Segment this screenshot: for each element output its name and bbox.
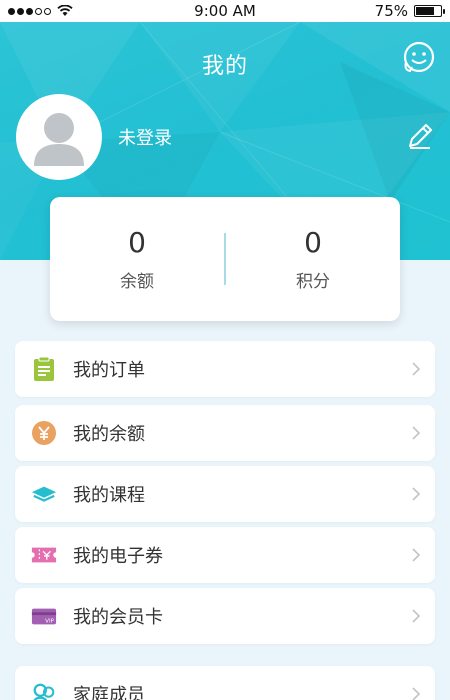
svg-text:VIP: VIP xyxy=(45,619,54,625)
points-stat[interactable]: 0 积分 xyxy=(226,226,400,292)
menu-item-balance[interactable]: 我的余额 xyxy=(15,405,435,461)
status-bar: 9:00 AM 75% xyxy=(0,0,450,22)
menu-item-vip-card[interactable]: VIP 我的会员卡 xyxy=(15,588,435,644)
course-book-icon xyxy=(31,481,57,507)
menu-item-label: 我的订单 xyxy=(73,360,145,381)
menu-item-courses[interactable]: 我的课程 xyxy=(15,466,435,522)
points-value: 0 xyxy=(304,226,322,259)
menu-item-label: 我的余额 xyxy=(73,424,145,445)
vip-card-icon: VIP xyxy=(31,603,57,629)
wifi-icon xyxy=(57,5,73,16)
menu-item-family[interactable]: 家庭成员 xyxy=(15,666,435,700)
menu-item-coupons[interactable]: 我的电子券 xyxy=(15,527,435,583)
chevron-right-icon xyxy=(412,687,421,700)
points-label: 积分 xyxy=(296,272,330,292)
menu-item-label: 我的课程 xyxy=(73,485,145,506)
chevron-right-icon xyxy=(412,548,421,562)
chevron-right-icon xyxy=(412,609,421,623)
family-members-icon xyxy=(31,681,57,700)
ticket-icon xyxy=(31,542,57,568)
chevron-right-icon xyxy=(412,487,421,501)
avatar[interactable] xyxy=(16,94,102,180)
battery-icon xyxy=(414,5,445,17)
balance-value: 0 xyxy=(128,226,146,259)
order-clipboard-icon xyxy=(31,356,57,382)
cell-signal-icon xyxy=(8,7,51,15)
default-user-icon xyxy=(34,113,84,166)
signal-area xyxy=(8,5,73,17)
balance-stat[interactable]: 0 余额 xyxy=(50,226,224,292)
menu-item-label: 家庭成员 xyxy=(73,685,145,700)
menu-item-label: 我的电子券 xyxy=(73,546,163,567)
menu-item-label: 我的会员卡 xyxy=(73,607,163,628)
yuan-coin-icon xyxy=(31,420,57,446)
username-label[interactable]: 未登录 xyxy=(118,124,172,150)
menu-item-orders[interactable]: 我的订单 xyxy=(15,341,435,397)
edit-profile-icon[interactable] xyxy=(404,120,436,152)
balance-label: 余额 xyxy=(120,272,154,292)
chevron-right-icon xyxy=(412,426,421,440)
balance-card: 0 余额 0 积分 xyxy=(50,197,400,321)
page-title: 我的 xyxy=(201,54,248,79)
customer-service-icon[interactable] xyxy=(402,40,436,74)
chevron-right-icon xyxy=(412,362,421,376)
battery-percent: 75% xyxy=(374,2,408,20)
